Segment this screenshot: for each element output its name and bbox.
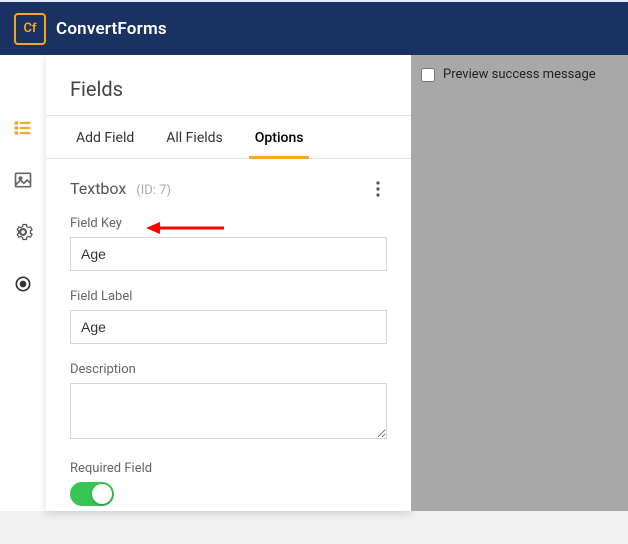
preview-checkbox-label: Preview success message <box>443 67 596 82</box>
field-key-label: Field Key <box>70 216 387 231</box>
left-rail <box>0 55 46 511</box>
field-key-input[interactable] <box>70 237 387 271</box>
tab-add-field[interactable]: Add Field <box>60 116 150 158</box>
field-label-label: Field Label <box>70 289 387 304</box>
required-label: Required Field <box>70 461 387 476</box>
more-menu-icon[interactable] <box>369 180 387 198</box>
tab-all-fields[interactable]: All Fields <box>150 116 239 158</box>
logo-icon: Cf <box>14 13 46 45</box>
main-layout: Fields Add Field All Fields Options Text… <box>0 55 628 511</box>
app-header: Cf ConvertForms <box>0 0 628 55</box>
description-label: Description <box>70 362 387 377</box>
panel-title: Fields <box>46 55 411 115</box>
field-label-input[interactable] <box>70 310 387 344</box>
tabs: Add Field All Fields Options <box>46 115 411 159</box>
image-icon[interactable] <box>12 169 34 191</box>
tab-options[interactable]: Options <box>239 116 320 158</box>
section-type: Textbox (ID: 7) <box>70 179 171 198</box>
target-icon[interactable] <box>12 273 34 295</box>
logo-text: Cf <box>23 21 36 36</box>
field-type-label: Textbox <box>70 179 126 198</box>
fields-panel: Fields Add Field All Fields Options Text… <box>46 55 411 511</box>
toggle-knob <box>92 484 112 504</box>
preview-checkbox-row[interactable]: Preview success message <box>421 67 618 82</box>
gear-icon[interactable] <box>12 221 34 243</box>
section-header: Textbox (ID: 7) <box>70 179 387 198</box>
brand-name: ConvertForms <box>56 19 167 39</box>
description-input[interactable] <box>70 383 387 439</box>
required-toggle[interactable] <box>70 482 114 506</box>
description-group: Description <box>70 362 387 443</box>
panel-body: Textbox (ID: 7) Field Key Field Label <box>46 159 411 544</box>
list-icon[interactable] <box>12 117 34 139</box>
required-group: Required Field <box>70 461 387 506</box>
field-label-group: Field Label <box>70 289 387 344</box>
preview-checkbox[interactable] <box>421 68 435 82</box>
field-id-label: (ID: 7) <box>136 183 171 198</box>
preview-area: Preview success message <box>411 55 628 511</box>
field-key-group: Field Key <box>70 216 387 271</box>
